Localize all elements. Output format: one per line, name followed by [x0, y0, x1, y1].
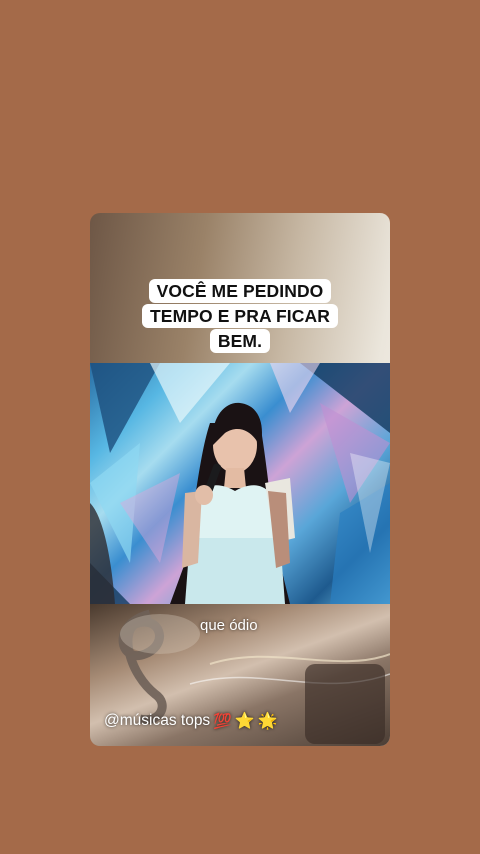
story-screen: { "caption": { "line1": "VOCÊ ME PEDINDO…: [0, 0, 480, 854]
star-icon: ⭐: [234, 713, 255, 730]
hundred-icon: 💯: [213, 713, 232, 730]
caption-line-1: VOCÊ ME PEDINDO: [148, 279, 332, 303]
story-card: VOCÊ ME PEDINDO TEMPO E PRA FICAR BEM. q…: [90, 213, 390, 746]
handle-text: @músicas tops: [104, 712, 211, 729]
caption-line-2: TEMPO E PRA FICAR: [142, 304, 338, 328]
caption-line-3: BEM.: [209, 329, 271, 353]
subtitle-text: que ódio: [200, 617, 258, 634]
caption-text-box: VOCÊ ME PEDINDO TEMPO E PRA FICAR BEM.: [127, 279, 353, 354]
bottom-panel: que ódio @músicas tops 💯 ⭐ 🌟: [90, 604, 390, 746]
account-handle[interactable]: @músicas tops 💯 ⭐ 🌟: [104, 711, 278, 731]
video-frame[interactable]: [90, 363, 390, 604]
performer: [170, 402, 295, 604]
glowing-star-icon: 🌟: [257, 713, 278, 730]
stage-background: [90, 363, 390, 604]
